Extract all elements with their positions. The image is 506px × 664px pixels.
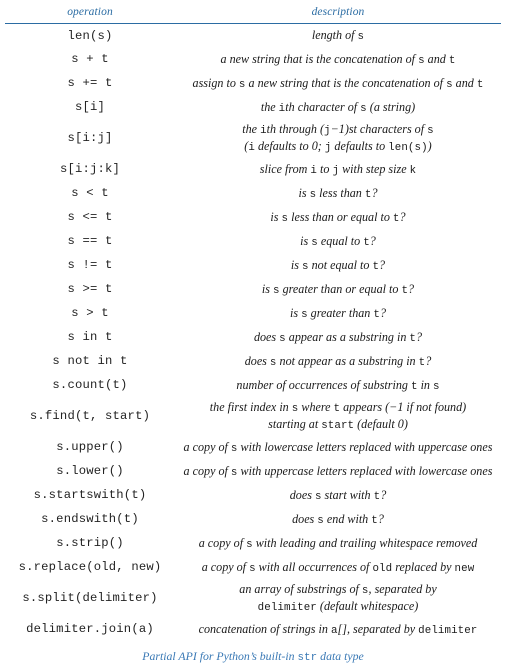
description-cell: a new string that is the concatenation o… — [220, 51, 456, 67]
string-operations-table: operation description len(s) length of s s… — [5, 0, 501, 642]
operation-cell: s.find(t, start) — [29, 409, 151, 424]
table-row: s.startswith(t) does s start with t? — [5, 484, 501, 508]
operation-cell: s[i:j:k] — [59, 162, 121, 177]
description-cell: assign to s a new string that is the con… — [192, 75, 484, 91]
table-row: s.strip() a copy of s with leading and tr… — [5, 532, 501, 556]
operation-cell: s <= t — [67, 210, 113, 225]
description-cell: does s appear as a substring in t? — [253, 329, 423, 345]
figure-caption: Partial API for Python’s built-in str da… — [142, 648, 364, 664]
description-cell: number of occurrences of substring t in … — [236, 377, 440, 393]
table-row: s != t is s not equal to t? — [5, 254, 501, 278]
operation-cell: s += t — [67, 76, 113, 91]
operation-cell: s.split(delimiter) — [22, 591, 158, 606]
description-cell: is s less than t? — [298, 185, 378, 201]
str-api-table-figure: operation description len(s) length of s s… — [0, 0, 506, 664]
operation-cell: s.startswith(t) — [33, 488, 147, 503]
operation-cell: s in t — [67, 330, 113, 345]
operation-cell: s.endswith(t) — [41, 512, 139, 527]
table-row: s == t is s equal to t? — [5, 230, 501, 254]
table-row: len(s) length of s — [5, 24, 501, 48]
table-row: s[i:j:k] slice from i to j with step size… — [5, 158, 501, 182]
description-cell: is s greater than or equal to t? — [261, 281, 415, 297]
operation-cell: s.count(t) — [52, 378, 128, 393]
table-row: s[i:j] the ith through (j−1)st characters… — [5, 120, 501, 158]
table-row: s[i] the ith character of s (a string) — [5, 96, 501, 120]
operation-cell: s > t — [71, 306, 109, 321]
table-row: s <= t is s less than or equal to t? — [5, 206, 501, 230]
description-cell: is s equal to t? — [300, 233, 376, 249]
description-cell: length of s — [311, 27, 365, 43]
table-row: s.find(t, start) the first index in s whe… — [5, 398, 501, 436]
description-cell: is s greater than t? — [289, 305, 387, 321]
operation-cell: s == t — [67, 234, 113, 249]
operation-cell: s[i] — [74, 100, 106, 115]
description-cell: a copy of s with uppercase letters repla… — [183, 463, 493, 479]
operation-cell: s.replace(old, new) — [18, 560, 162, 575]
description-cell: is s not equal to t? — [290, 257, 386, 273]
column-header-description: description — [175, 0, 501, 24]
table-row: s.upper() a copy of s with lowercase lett… — [5, 436, 501, 460]
description-cell: concatenation of strings in a[], separat… — [198, 621, 478, 637]
table-row: s not in t does s not appear as a substri… — [5, 350, 501, 374]
operation-cell: s.strip() — [56, 536, 124, 551]
table-row: s in t does s appear as a substring in t? — [5, 326, 501, 350]
operation-cell: s.lower() — [56, 464, 124, 479]
description-cell: a copy of s with leading and trailing wh… — [198, 535, 478, 551]
description-cell: a copy of s with lowercase letters repla… — [183, 439, 493, 455]
description-cell: does s not appear as a substring in t? — [244, 353, 432, 369]
description-cell: is s less than or equal to t? — [270, 209, 406, 225]
operation-cell: s != t — [67, 258, 113, 273]
operation-cell: s[i:j] — [67, 131, 113, 146]
description-cell: an array of substrings of s, separated b… — [239, 582, 437, 614]
table-row: s.endswith(t) does s end with t? — [5, 508, 501, 532]
description-cell: does s start with t? — [289, 487, 387, 503]
operation-cell: s >= t — [67, 282, 113, 297]
operation-cell: s < t — [71, 186, 109, 201]
description-cell: the first index in s where t appears (−1… — [209, 400, 467, 432]
table-row: s.replace(old, new) a copy of s with all … — [5, 556, 501, 580]
description-cell: slice from i to j with step size k — [259, 161, 417, 177]
table-row: s < t is s less than t? — [5, 182, 501, 206]
operation-cell: s not in t — [52, 354, 128, 369]
description-cell: does s end with t? — [292, 511, 384, 527]
table-row: s += t assign to s a new string that is t… — [5, 72, 501, 96]
operation-cell: len(s) — [67, 28, 113, 43]
table-row: s > t is s greater than t? — [5, 302, 501, 326]
table-row: s + t a new string that is the concatenat… — [5, 48, 501, 72]
description-cell: the ith character of s (a string) — [260, 99, 416, 115]
operation-cell: s + t — [71, 52, 109, 67]
description-cell: a copy of s with all occurrences of old … — [201, 559, 475, 575]
table-body: len(s) length of s s + t a new string that … — [5, 24, 501, 642]
table-row: s.lower() a copy of s with uppercase lett… — [5, 460, 501, 484]
description-cell: the ith through (j−1)st characters of s(… — [242, 122, 434, 154]
table-row: s.count(t) number of occurrences of subst… — [5, 374, 501, 398]
table-row: s.split(delimiter) an array of substrings… — [5, 580, 501, 618]
operation-cell: s.upper() — [56, 440, 124, 455]
table-header: operation description — [5, 0, 501, 24]
table-row: s >= t is s greater than or equal to t? — [5, 278, 501, 302]
table-header-row: operation description — [5, 0, 501, 24]
column-header-operation: operation — [5, 0, 175, 24]
table-row: delimiter.join(a) concatenation of string… — [5, 618, 501, 642]
operation-cell: delimiter.join(a) — [26, 622, 154, 637]
